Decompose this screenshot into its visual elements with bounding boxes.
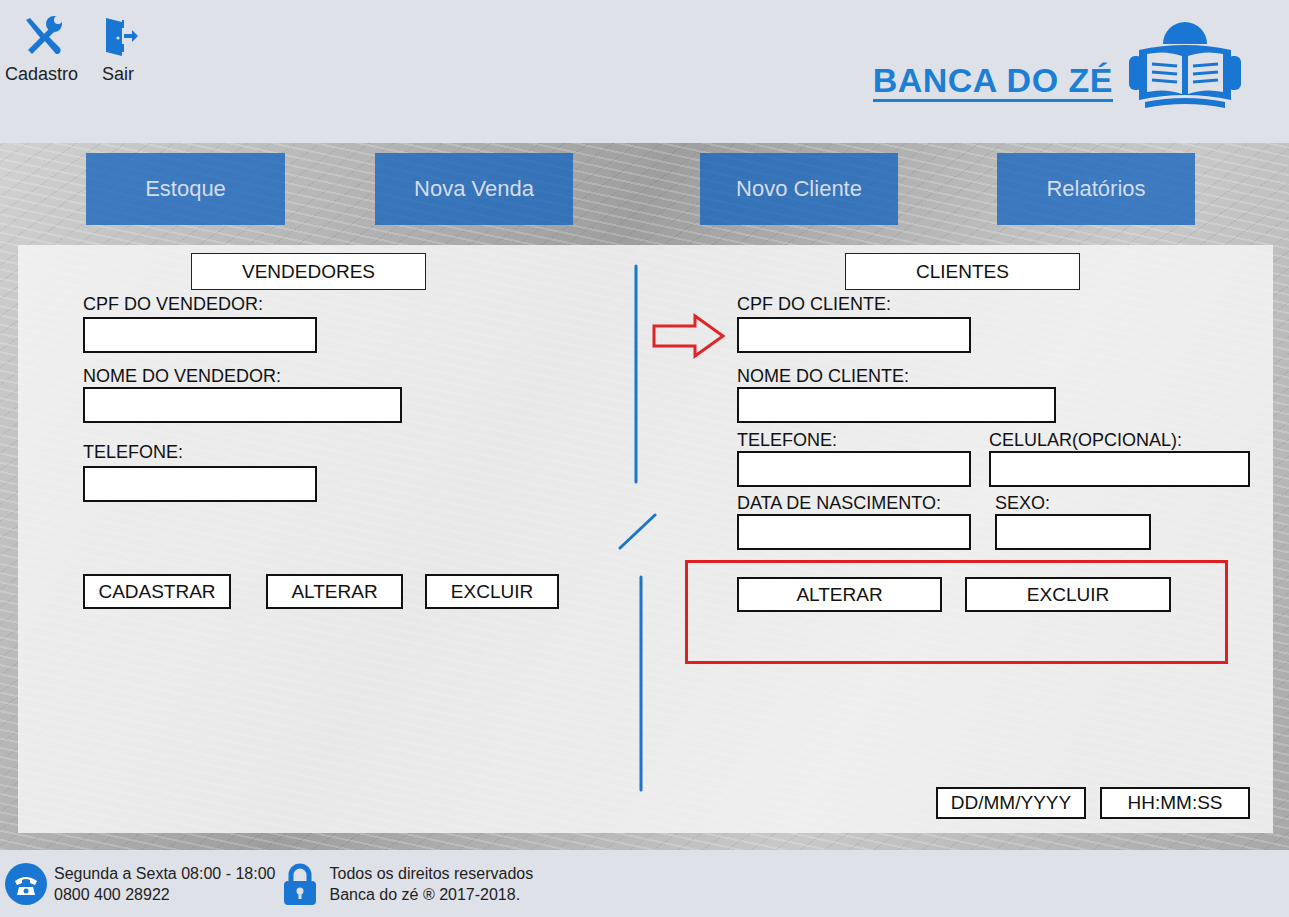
footer: Segunda a Sexta 08:00 - 18:000800 400 28… bbox=[0, 850, 1289, 917]
footer-text: Todos os direitos reservados bbox=[330, 863, 534, 884]
form-field: CELULAR(OPCIONAL): bbox=[989, 429, 1250, 487]
form-field: NOME DO CLIENTE: bbox=[737, 365, 1056, 423]
footer-text: Segunda a Sexta 08:00 - 18:00 bbox=[54, 863, 276, 884]
field-label: CELULAR(OPCIONAL): bbox=[989, 429, 1182, 451]
nav-button[interactable]: Relatórios bbox=[997, 153, 1195, 225]
field-label: DATA DE NASCIMENTO: bbox=[737, 492, 941, 514]
footer-text: 0800 400 28922 bbox=[54, 884, 276, 905]
date-box: DD/MM/YYYY bbox=[936, 787, 1086, 819]
toolbar-label: Cadastro bbox=[5, 64, 78, 85]
toolbar-label: Sair bbox=[102, 64, 134, 85]
action-buttons: CADASTRAR ALTERAR EXCLUIR bbox=[80, 571, 562, 612]
nav-button[interactable]: Nova Venda bbox=[375, 153, 573, 225]
pointer-mark bbox=[651, 313, 727, 359]
sair-button[interactable]: Sair bbox=[96, 14, 140, 85]
lock-icon bbox=[282, 862, 318, 906]
nav-bar: Estoque Nova Venda Novo Cliente Relatórios bbox=[0, 153, 1289, 225]
action-button[interactable]: ALTERAR bbox=[737, 577, 942, 612]
form-field: CPF DO CLIENTE: bbox=[737, 293, 971, 353]
time-box: HH:MM:SS bbox=[1100, 787, 1250, 819]
field-label: TELEFONE: bbox=[737, 429, 837, 451]
field-label: NOME DO CLIENTE: bbox=[737, 365, 909, 387]
form-field: DATA DE NASCIMENTO: bbox=[737, 492, 971, 550]
field-row: TELEFONE: CELULAR(OPCIONAL): bbox=[737, 429, 1250, 487]
contact-info: Segunda a Sexta 08:00 - 18:000800 400 28… bbox=[54, 863, 276, 905]
field-row: DATA DE NASCIMENTO: SEXO: bbox=[737, 492, 1151, 550]
field-label: NOME DO VENDEDOR: bbox=[83, 365, 281, 387]
footer-text: Banca do zé ® 2017-2018. bbox=[330, 884, 534, 905]
text-input[interactable] bbox=[989, 451, 1250, 487]
text-input[interactable] bbox=[737, 387, 1056, 423]
text-input[interactable] bbox=[737, 514, 971, 550]
section-title: VENDEDORES bbox=[191, 253, 426, 290]
text-input[interactable] bbox=[737, 317, 971, 353]
telephone-icon bbox=[5, 863, 47, 905]
form-panel: VENDEDORES CPF DO VENDEDOR: NOME DO VENDED… bbox=[18, 245, 1273, 833]
action-buttons: ALTERAR EXCLUIR bbox=[685, 560, 1228, 664]
cadastro-button[interactable]: Cadastro bbox=[5, 14, 78, 85]
tools-icon bbox=[20, 14, 64, 58]
field-label: SEXO: bbox=[995, 492, 1050, 514]
nav-button[interactable]: Estoque bbox=[86, 153, 285, 225]
logo-text: BANCA DO ZÉ bbox=[873, 63, 1113, 102]
logo: BANCA DO ZÉ bbox=[873, 14, 1245, 143]
action-button[interactable]: EXCLUIR bbox=[425, 574, 559, 609]
clients-section: CLIENTES CPF DO CLIENTE: NOME DO CLIENTE: T… bbox=[660, 245, 1273, 833]
page: Cadastro Sair BANCA DO ZÉ Estoque Nova Ven… bbox=[0, 0, 1289, 917]
field-label: CPF DO VENDEDOR: bbox=[83, 293, 263, 315]
field-label: CPF DO CLIENTE: bbox=[737, 293, 891, 315]
door-exit-icon bbox=[96, 14, 140, 58]
text-input[interactable] bbox=[83, 317, 317, 353]
section-title: CLIENTES bbox=[845, 253, 1080, 290]
sellers-section: VENDEDORES CPF DO VENDEDOR: NOME DO VENDED… bbox=[18, 245, 618, 833]
text-input[interactable] bbox=[83, 466, 317, 502]
form-field: TELEFONE: bbox=[737, 429, 971, 487]
toolbar: Cadastro Sair bbox=[5, 14, 140, 143]
action-button[interactable]: CADASTRAR bbox=[83, 574, 231, 609]
form-field: TELEFONE: bbox=[83, 441, 317, 502]
field-label: TELEFONE: bbox=[83, 441, 183, 463]
date-time: DD/MM/YYYY HH:MM:SS bbox=[936, 787, 1250, 819]
nav-button[interactable]: Novo Cliente bbox=[700, 153, 898, 225]
form-field: SEXO: bbox=[995, 492, 1151, 550]
main-area: EstoqueNova VendaNovo ClienteRelatórios … bbox=[0, 143, 1289, 850]
action-button[interactable]: ALTERAR bbox=[266, 574, 403, 609]
copyright-info: Todos os direitos reservadosBanca do zé … bbox=[330, 863, 534, 905]
text-input[interactable] bbox=[83, 387, 402, 423]
text-input[interactable] bbox=[995, 514, 1151, 550]
form-field: NOME DO VENDEDOR: bbox=[83, 365, 402, 423]
header: Cadastro Sair BANCA DO ZÉ bbox=[0, 0, 1289, 143]
form-field: CPF DO VENDEDOR: bbox=[83, 293, 317, 353]
action-button[interactable]: EXCLUIR bbox=[965, 577, 1171, 612]
reader-book-icon bbox=[1125, 14, 1245, 116]
text-input[interactable] bbox=[737, 451, 971, 487]
red-arrow-icon bbox=[651, 313, 727, 359]
